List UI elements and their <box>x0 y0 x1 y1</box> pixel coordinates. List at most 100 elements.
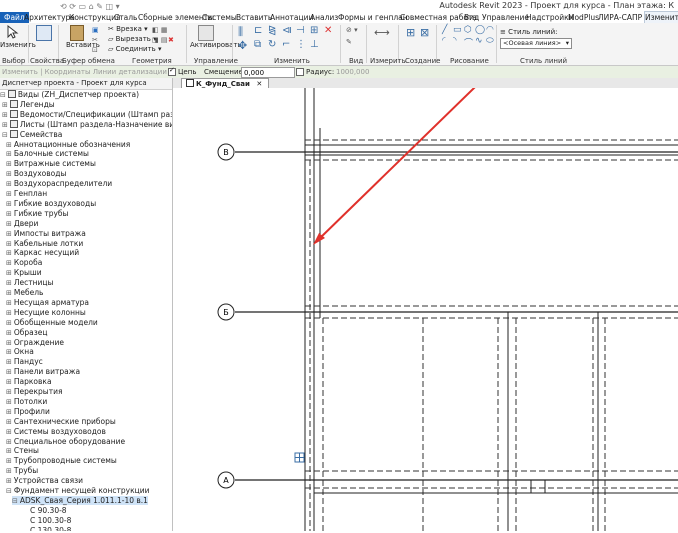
line-style-select[interactable]: <Осевая линия> ▾ <box>500 38 572 49</box>
circle-icon[interactable]: ◯ <box>475 25 485 35</box>
expand-icon[interactable]: ⊞ <box>6 269 12 277</box>
tree-item-legends[interactable]: ⊞ Легенды <box>2 99 55 109</box>
tree-item-sheets[interactable]: ⊞ Листы (Штамп раздела-Назначение вида) <box>2 119 172 129</box>
geometry-tools-icon[interactable]: ◧ ▦ <box>152 26 167 34</box>
expand-icon[interactable]: ⊟ <box>6 487 12 495</box>
tree-item-type[interactable]: С 90.30-8 <box>30 506 67 515</box>
tab-insert[interactable]: Вставить <box>236 12 272 23</box>
tree-item-family[interactable]: ⊞ Несущая арматура <box>6 298 89 307</box>
expand-icon[interactable]: ⊞ <box>6 428 12 436</box>
expand-icon[interactable]: ⊞ <box>6 279 12 287</box>
expand-icon[interactable]: ⊞ <box>6 329 12 337</box>
activate-icon[interactable] <box>198 25 214 41</box>
expand-icon[interactable]: ⊞ <box>6 180 12 188</box>
tree-item-family[interactable]: ⊞ Крыши <box>6 268 42 277</box>
offset-icon[interactable]: ⊏ <box>254 25 262 36</box>
tree-item-family[interactable]: ⊞ Балочные системы <box>6 149 89 158</box>
split-icon[interactable]: ⊣ <box>296 25 305 36</box>
tree-item-family[interactable]: ⊞ Воздуховоды <box>6 169 66 178</box>
tree-item-selected[interactable]: ⊟ ADSK_Свая_Серия 1.011.1-10 в.1 <box>12 495 148 505</box>
copy-icon[interactable]: ▣ <box>92 26 99 34</box>
expand-icon[interactable]: ⊞ <box>6 467 12 475</box>
tree-item-family[interactable]: ⊞ Кабельные лотки <box>6 239 83 248</box>
expand-icon[interactable]: ⊞ <box>6 378 12 386</box>
expand-icon[interactable]: ⊞ <box>6 358 12 366</box>
tree-item-family[interactable]: ⊟ Фундамент несущей конструкции <box>6 486 150 495</box>
expand-icon[interactable]: ⊞ <box>6 309 12 317</box>
expand-icon[interactable]: ⊞ <box>6 200 12 208</box>
tree-item-family[interactable]: ⊞ Ограждение <box>6 338 64 347</box>
chain-checkbox[interactable]: ✓ <box>168 66 176 76</box>
delete-icon[interactable]: ✕ <box>324 25 332 36</box>
tree-item-family[interactable]: ⊞ Образец <box>6 328 47 337</box>
tree-item-family[interactable]: ⊞ Обобщенные модели <box>6 318 98 327</box>
tree-item-family[interactable]: ⊞ Парковка <box>6 377 52 386</box>
offset-input[interactable] <box>241 67 295 78</box>
match-icon[interactable]: ⊡ <box>92 46 98 54</box>
expand-icon[interactable]: ⊞ <box>6 141 12 149</box>
expand-icon[interactable]: ⊞ <box>6 339 12 347</box>
tab-systems[interactable]: Системы <box>202 12 237 23</box>
ellipse-icon[interactable]: ⬭ <box>486 36 494 46</box>
expand-icon[interactable]: ⊞ <box>6 170 12 178</box>
expand-icon[interactable]: ⊟ <box>2 131 8 139</box>
trim-icon[interactable]: ⌐ <box>282 39 290 50</box>
expand-icon[interactable]: ⊞ <box>6 150 12 158</box>
drawing-canvas[interactable]: В Б А <box>173 52 678 531</box>
tree-item-family[interactable]: ⊞ Двери <box>6 219 38 228</box>
hide-icon[interactable]: ⊘ ▾ <box>346 26 358 34</box>
array-icon[interactable]: ⋮ <box>296 39 306 50</box>
tree-item-family[interactable]: ⊞ Профили <box>6 407 50 416</box>
expand-icon[interactable]: ⊞ <box>6 230 12 238</box>
tab-massing-site[interactable]: Формы и генплан <box>338 12 408 23</box>
expand-icon[interactable]: ⊟ <box>12 497 18 505</box>
expand-icon[interactable]: ⊞ <box>6 190 12 198</box>
modify-button[interactable] <box>6 24 20 41</box>
expand-icon[interactable]: ⊞ <box>6 447 12 455</box>
tree-item-family[interactable]: ⊞ Каркас несущий <box>6 248 79 257</box>
tab-modify-context[interactable]: Изменить | Л <box>644 11 678 23</box>
tree-item-family[interactable]: ⊞ Генплан <box>6 189 47 198</box>
tree-item-family[interactable]: ⊞ Мебель <box>6 288 43 297</box>
expand-icon[interactable]: ⊞ <box>6 249 12 257</box>
mirror2-icon[interactable]: ⧏ <box>282 25 292 36</box>
tree-item-family[interactable]: ⊞ Трубы <box>6 466 38 475</box>
tree-item-schedules[interactable]: ⊞ Ведомости/Спецификации (Штамп раздела-Н… <box>2 109 172 119</box>
override-icon[interactable]: ✎ <box>346 38 352 46</box>
mirror-icon[interactable]: ⧎ <box>268 25 276 36</box>
plan-drawing[interactable]: В Б А <box>173 52 678 531</box>
expand-icon[interactable]: ⊞ <box>2 101 8 109</box>
tree-item-family[interactable]: ⊞ Панели витража <box>6 367 80 376</box>
spline-icon[interactable]: ∿ <box>475 36 483 46</box>
expand-icon[interactable]: ⊞ <box>6 408 12 416</box>
create-similar-icon[interactable]: ⊠ <box>420 26 429 39</box>
tab-analyze[interactable]: Анализ <box>310 12 338 23</box>
radius-checkbox[interactable] <box>296 68 304 76</box>
tree-item-family[interactable]: ⊞ Специальное оборудование <box>6 437 125 446</box>
close-icon[interactable]: ✕ <box>256 80 262 88</box>
expand-icon[interactable]: ⊞ <box>6 438 12 446</box>
paste-icon[interactable] <box>70 25 84 41</box>
geometry-tools2-icon[interactable]: ◨ ▤ <box>152 36 167 44</box>
tree-item-type[interactable]: С 100.30-8 <box>30 516 71 525</box>
tab-architecture[interactable]: Архитектура <box>24 12 75 23</box>
tree-item-family[interactable]: ⊞ Аннотационные обозначения <box>6 140 130 149</box>
tree-item-family[interactable]: ⊞ Короба <box>6 258 42 267</box>
tree-item-family[interactable]: ⊞ Пандус <box>6 357 43 366</box>
tree-item-family[interactable]: ⊞ Импосты витража <box>6 229 86 238</box>
cut-clip-icon[interactable]: ✂ <box>92 36 98 44</box>
arc3-icon[interactable]: ◝ <box>453 36 457 46</box>
expand-icon[interactable]: ⊞ <box>6 319 12 327</box>
expand-icon[interactable]: ⊞ <box>6 289 12 297</box>
copy-element-icon[interactable]: ⧉ <box>254 39 261 50</box>
expand-icon[interactable]: ⊞ <box>6 368 12 376</box>
expand-icon[interactable]: ⊞ <box>6 477 12 485</box>
tree-item-family[interactable]: ⊞ Воздухораспределители <box>6 179 112 188</box>
align-icon[interactable]: ⫼ <box>238 25 243 39</box>
tab-addins[interactable]: Надстройки <box>526 12 574 23</box>
rotate-icon[interactable]: ↻ <box>268 39 276 50</box>
tree-item-family[interactable]: ⊞ Витражные системы <box>6 159 96 168</box>
tab-manage[interactable]: Управление <box>482 12 529 23</box>
tab-view[interactable]: Вид <box>464 12 479 23</box>
expand-icon[interactable]: ⊟ <box>0 91 6 99</box>
